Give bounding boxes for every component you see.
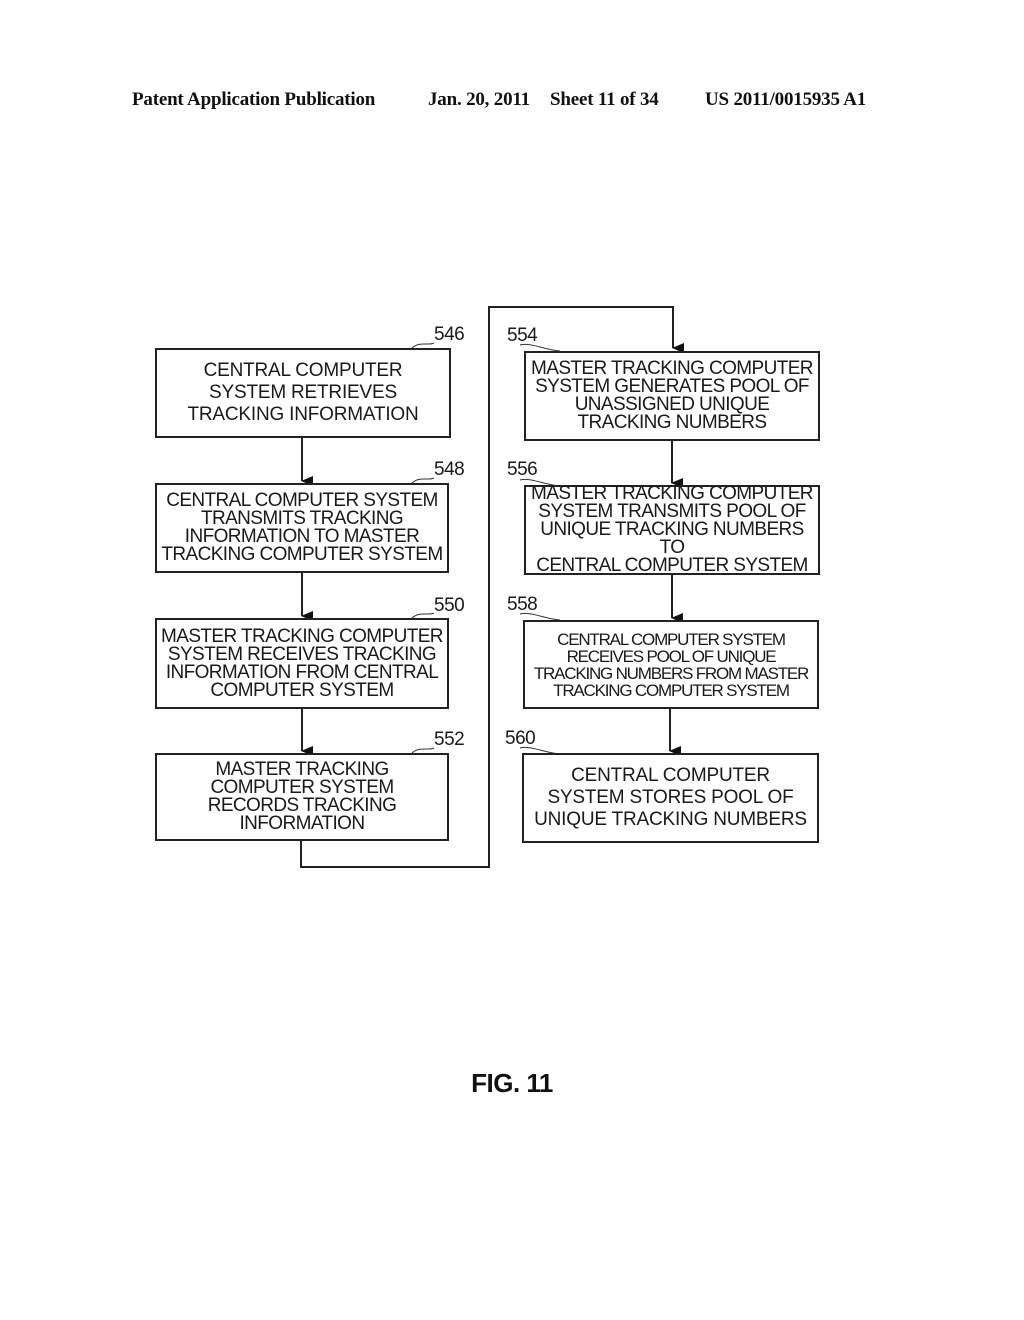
step-548-box: CENTRAL COMPUTER SYSTEM TRANSMITS TRACKI… — [155, 483, 449, 573]
step-552-box: MASTER TRACKING COMPUTER SYSTEM RECORDS … — [155, 753, 449, 841]
step-558-box: CENTRAL COMPUTER SYSTEM RECEIVES POOL OF… — [523, 620, 819, 709]
step-546-text: CENTRAL COMPUTER SYSTEM RETRIEVES TRACKI… — [187, 360, 419, 425]
ref-556: 556 — [507, 459, 538, 480]
step-552-text: MASTER TRACKING COMPUTER SYSTEM RECORDS … — [207, 759, 397, 834]
step-560-text: CENTRAL COMPUTER SYSTEM STORES POOL OF U… — [534, 765, 807, 830]
step-558-text: CENTRAL COMPUTER SYSTEM RECEIVES POOL OF… — [533, 629, 810, 700]
step-554-box: MASTER TRACKING COMPUTER SYSTEM GENERATE… — [524, 351, 820, 441]
step-546-box: CENTRAL COMPUTER SYSTEM RETRIEVES TRACKI… — [155, 348, 451, 438]
ref-550: 550 — [434, 595, 465, 616]
step-556-text: MASTER TRACKING COMPUTER SYSTEM TRANSMIT… — [531, 483, 813, 576]
ref-558: 558 — [507, 594, 538, 615]
step-548-text: CENTRAL COMPUTER SYSTEM TRANSMITS TRACKI… — [161, 490, 443, 565]
ref-546: 546 — [434, 324, 465, 345]
ref-552: 552 — [434, 729, 465, 750]
figure-label: FIG. 11 — [471, 1068, 553, 1098]
step-550-box: MASTER TRACKING COMPUTER SYSTEM RECEIVES… — [155, 618, 449, 709]
step-556-box: MASTER TRACKING COMPUTER SYSTEM TRANSMIT… — [524, 483, 820, 576]
ref-554: 554 — [507, 325, 538, 346]
step-560-box: CENTRAL COMPUTER SYSTEM STORES POOL OF U… — [522, 753, 819, 843]
ref-548: 548 — [434, 459, 465, 480]
ref-560: 560 — [505, 728, 536, 749]
step-550-text: MASTER TRACKING COMPUTER SYSTEM RECEIVES… — [161, 625, 443, 701]
flowchart-connectors — [300, 306, 684, 868]
step-554-text: MASTER TRACKING COMPUTER SYSTEM GENERATE… — [531, 358, 813, 433]
